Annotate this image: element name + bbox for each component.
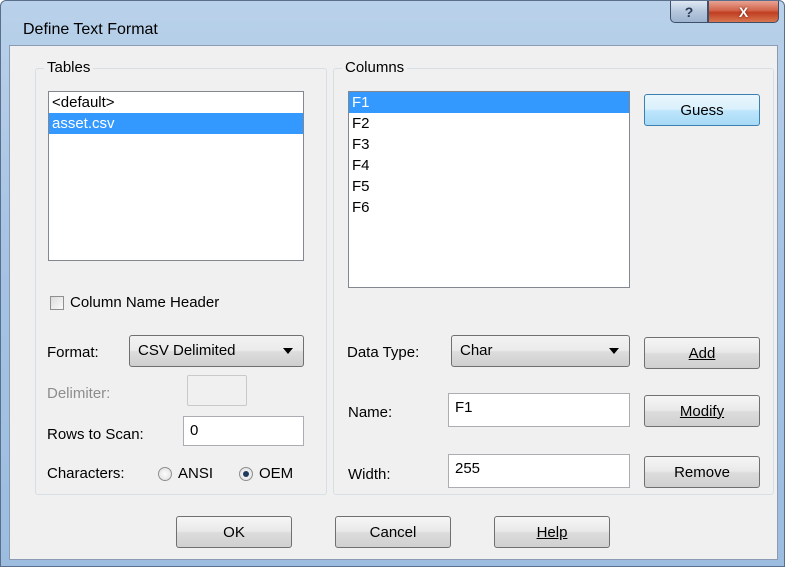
remove-button[interactable]: Remove (644, 456, 760, 488)
rows-to-scan-label: Rows to Scan: (47, 426, 144, 443)
oem-label: OEM (259, 465, 294, 482)
column-name-header-checkbox[interactable] (50, 296, 64, 310)
ok-button[interactable]: OK (176, 516, 292, 548)
name-input[interactable]: F1 (448, 393, 630, 427)
data-type-label: Data Type: (347, 344, 420, 361)
column-list-item[interactable]: F3 (349, 134, 629, 155)
ansi-label: ANSI (178, 465, 214, 482)
column-list-item[interactable]: F6 (349, 197, 629, 218)
width-input[interactable]: 255 (448, 454, 630, 488)
cancel-button[interactable]: Cancel (335, 516, 451, 548)
width-label: Width: (348, 466, 391, 483)
dialog-client-area: Tables <default> asset.csv Column Name He… (9, 45, 778, 560)
oem-radio[interactable] (239, 467, 253, 481)
close-icon: X (738, 3, 749, 20)
name-label: Name: (348, 404, 393, 421)
chevron-down-icon (283, 348, 293, 354)
column-list-item[interactable]: F4 (349, 155, 629, 176)
tables-group-label-text: Tables (47, 59, 91, 76)
guess-button[interactable]: Guess (644, 94, 760, 126)
columns-group-label-text: Columns (345, 59, 405, 76)
delimiter-label: Delimiter: (47, 385, 111, 402)
help-button-label: Help (536, 523, 568, 541)
dialog-window: Define Text Format ? X Tables <default> a… (0, 0, 785, 567)
tables-listbox[interactable]: <default> asset.csv (48, 91, 304, 261)
add-button[interactable]: Add (644, 337, 760, 369)
delimiter-input[interactable] (187, 375, 247, 406)
table-list-item[interactable]: <default> (49, 92, 303, 113)
table-list-item[interactable]: asset.csv (49, 113, 303, 134)
format-value: CSV Delimited (138, 342, 236, 359)
data-type-value: Char (460, 342, 493, 359)
close-button[interactable]: X (708, 1, 779, 23)
modify-button[interactable]: Modify (644, 395, 760, 427)
column-list-item[interactable]: F1 (349, 92, 629, 113)
column-name-header-label: Column Name Header (70, 294, 220, 311)
format-dropdown[interactable]: CSV Delimited (129, 335, 304, 367)
add-button-label: Add (688, 344, 716, 362)
tables-group-label: Tables (44, 59, 94, 76)
modify-button-label: Modify (679, 402, 725, 420)
help-button[interactable]: Help (494, 516, 610, 548)
question-icon: ? (684, 3, 694, 20)
characters-label: Characters: (47, 465, 125, 482)
chevron-down-icon (609, 348, 619, 354)
column-list-item[interactable]: F2 (349, 113, 629, 134)
remove-button-label: Remove (674, 463, 730, 481)
title-bar[interactable]: Define Text Format ? X (1, 1, 784, 45)
ansi-radio[interactable] (158, 467, 172, 481)
dialog-title: Define Text Format (23, 21, 158, 38)
columns-listbox[interactable]: F1 F2 F3 F4 F5 F6 (348, 91, 630, 288)
column-list-item[interactable]: F5 (349, 176, 629, 197)
help-titlebar-button[interactable]: ? (670, 1, 708, 23)
data-type-dropdown[interactable]: Char (451, 335, 630, 367)
rows-to-scan-input[interactable]: 0 (183, 416, 304, 446)
format-label: Format: (47, 344, 99, 361)
columns-group-label: Columns (342, 59, 408, 76)
